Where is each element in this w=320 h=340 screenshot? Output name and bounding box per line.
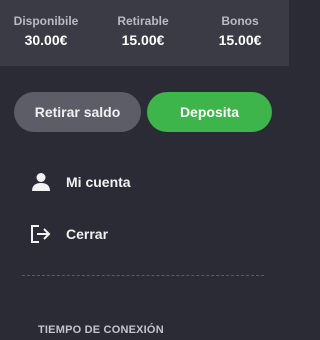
available-balance-value: 30.00€ xyxy=(24,32,68,48)
available-balance: Disponibile 30.00€ xyxy=(8,14,84,49)
bonus-balance: Bonos 15.00€ xyxy=(202,14,278,49)
withdrawable-balance: Retirable 15.00€ xyxy=(105,14,181,49)
withdraw-button[interactable]: Retirar saldo xyxy=(14,92,141,132)
deposit-button[interactable]: Deposita xyxy=(147,92,272,132)
withdrawable-balance-value: 15.00€ xyxy=(121,32,165,48)
menu-item-logout-label: Cerrar xyxy=(66,226,109,242)
connection-time-title: TIEMPO DE CONEXIÓN xyxy=(38,324,164,336)
withdrawable-balance-label: Retirable xyxy=(117,14,169,28)
logout-icon xyxy=(30,223,52,245)
menu-item-account-label: Mi cuenta xyxy=(66,174,131,190)
menu-divider xyxy=(22,275,264,276)
user-icon xyxy=(30,171,52,193)
available-balance-label: Disponibile xyxy=(13,14,79,28)
menu-item-account[interactable]: Mi cuenta xyxy=(30,168,131,196)
bonus-balance-value: 15.00€ xyxy=(218,32,262,48)
menu-item-logout[interactable]: Cerrar xyxy=(30,220,108,248)
balance-bar: Disponibile 30.00€ Retirable 15.00€ Bono… xyxy=(0,0,289,66)
bonus-balance-label: Bonos xyxy=(221,14,259,28)
